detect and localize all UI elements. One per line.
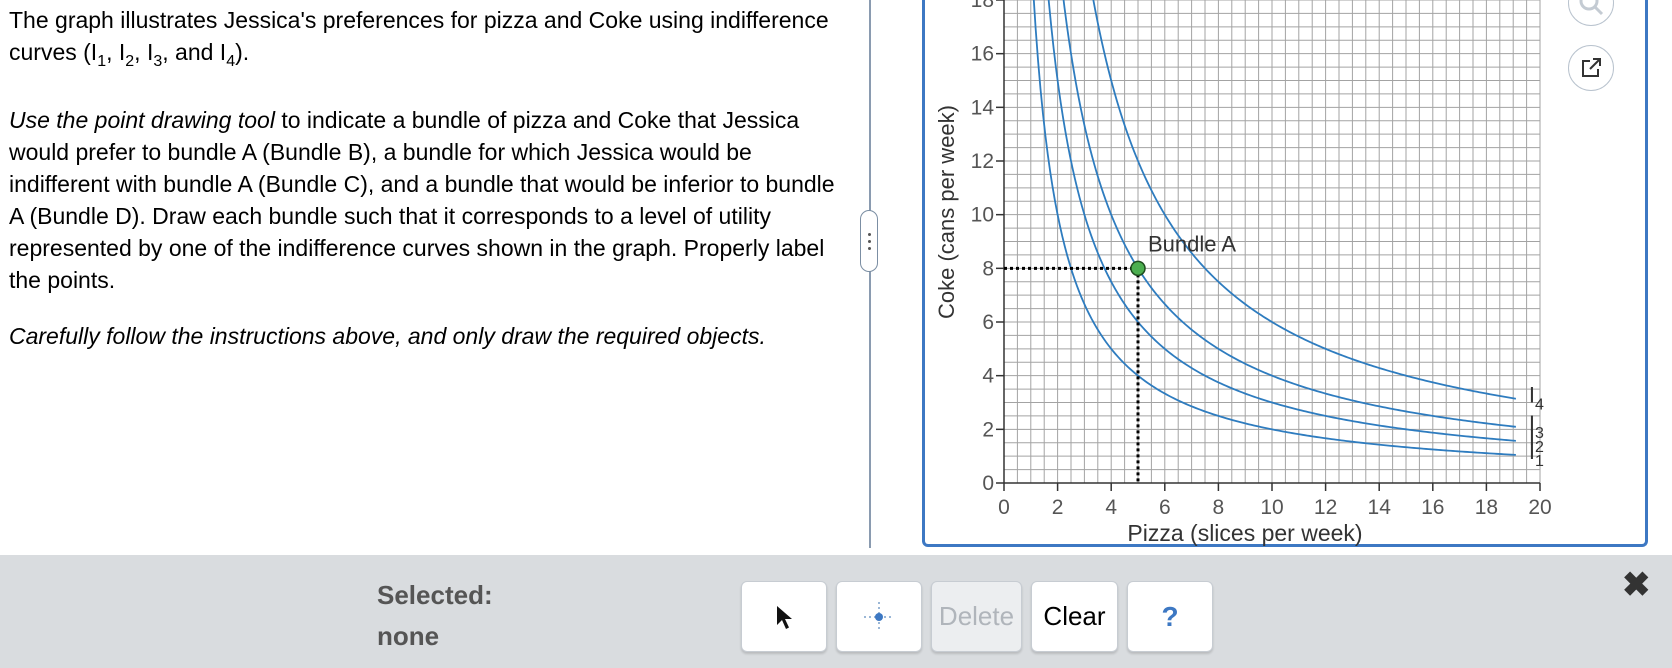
pointer-tool-button[interactable] [741, 581, 827, 652]
y-tick-label: 12 [971, 150, 994, 173]
x-tick-label: 8 [1213, 496, 1225, 519]
bundle-a-label: Bundle A [1148, 231, 1236, 256]
indifference-curve [1062, 0, 1516, 428]
x-tick-label: 18 [1475, 496, 1498, 519]
y-tick-label: 8 [982, 257, 994, 280]
x-tick-label: 16 [1421, 496, 1444, 519]
y-axis-label: Coke (cans per week) [934, 105, 959, 319]
x-tick-label: 6 [1159, 496, 1171, 519]
point-tool-button[interactable] [836, 581, 922, 652]
indifference-curves: I1I2I3I4 [1032, 0, 1544, 470]
external-link-icon [1582, 58, 1601, 77]
y-tick-label: 10 [971, 204, 994, 227]
y-tick-label: 2 [982, 418, 994, 441]
close-toolbar-button[interactable]: ✖ [1622, 568, 1651, 602]
indifference-graph[interactable]: 0 2 4 6 8 10 12 14 16 18 20 0 2 4 6 8 10 12 14 16 18 I1I2I3I… [0, 0, 1672, 555]
y-tick-label: 6 [982, 311, 994, 334]
cursor-arrow-icon [777, 605, 792, 629]
x-tick-label: 12 [1314, 496, 1337, 519]
x-tick-label: 14 [1368, 496, 1392, 519]
y-tick-label: 14 [971, 96, 995, 119]
selected-value: none [377, 621, 440, 651]
curve-label: I4 [1529, 383, 1544, 414]
x-axis-label: Pizza (slices per week) [1127, 520, 1362, 546]
x-tick-label: 0 [998, 496, 1010, 519]
y-tick-label: 16 [971, 43, 994, 66]
x-tick-label: 20 [1528, 496, 1551, 519]
help-button[interactable]: ? [1127, 581, 1213, 652]
bundle-a-group: Bundle A [1004, 231, 1236, 483]
point-tool-icon [864, 601, 894, 632]
indifference-curve [1047, 0, 1516, 442]
y-tick-label: 4 [982, 365, 994, 388]
x-tick-label: 10 [1260, 496, 1283, 519]
y-tick-label: 18 [971, 0, 994, 12]
grid-lines [1003, 0, 1541, 484]
indifference-curve [1092, 0, 1517, 400]
popout-button[interactable] [1568, 45, 1614, 91]
x-tick-label: 2 [1052, 496, 1064, 519]
clear-button[interactable]: Clear [1031, 581, 1118, 652]
magnifier-icon [1579, 0, 1604, 16]
delete-button[interactable]: Delete [931, 581, 1022, 652]
y-tick-label: 0 [982, 472, 994, 495]
indifference-curve [1032, 0, 1516, 456]
bundle-a-point [1130, 260, 1146, 277]
x-tick-label: 4 [1105, 496, 1117, 519]
selected-title: Selected: [377, 580, 493, 610]
